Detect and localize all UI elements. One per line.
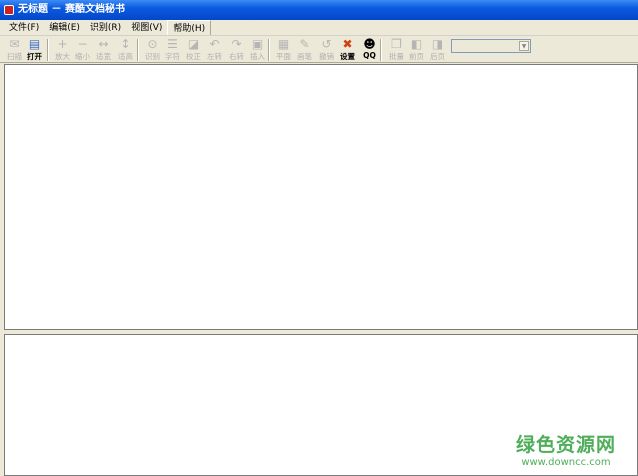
prev-page-icon: ◧ (410, 37, 423, 51)
settings-icon: ✖ (342, 37, 353, 51)
toolbar-button-label: QQ (363, 51, 376, 60)
correct-icon: ◪ (187, 37, 200, 51)
zoom-in-icon: + (57, 37, 68, 51)
next-page-icon: ◨ (431, 37, 444, 51)
toolbar-button-label: 打开 (27, 52, 42, 61)
pen-icon: ✎ (299, 37, 310, 51)
toolbar-separator (137, 39, 139, 61)
toolbar-button-qq[interactable]: ☻ QQ (359, 37, 380, 63)
title-bar: 无标题 － 赛酷文档秘书 (0, 0, 638, 20)
page-combo[interactable]: ▼ (451, 39, 531, 53)
menu-file[interactable]: 文件(F) (4, 20, 44, 35)
menu-help[interactable]: 帮助(H) (167, 20, 212, 35)
toolbar-button-label: 后页 (430, 52, 445, 61)
menu-bar: 文件(F) 编辑(E) 识别(R) 视图(V) 帮助(H) (0, 20, 638, 36)
recognize-icon: ⊙ (147, 37, 158, 51)
text-icon: ☰ (167, 37, 178, 51)
toolbar-button-settings[interactable]: ✖ 设置 (337, 37, 358, 63)
rotate-left-icon: ↶ (209, 37, 220, 51)
fit-height-icon: ↕ (120, 37, 131, 51)
insert-icon: ▣ (251, 37, 264, 51)
menu-recognize[interactable]: 识别(R) (85, 20, 126, 35)
scan-icon: ✉ (9, 37, 20, 51)
undo-icon: ↺ (321, 37, 332, 51)
open-icon: ▤ (28, 37, 41, 51)
toolbar-button-open[interactable]: ▤ 打开 (24, 37, 45, 63)
qq-icon: ☻ (363, 37, 376, 51)
menu-edit[interactable]: 编辑(E) (44, 20, 85, 35)
app-icon (4, 5, 14, 15)
toolbar-separator (268, 39, 270, 61)
toolbar-button-fit-width[interactable]: ↔ 适宽 (93, 37, 114, 63)
toolbar: ✉ 扫描 ▤ 打开 + 放大 − 缩小 ↔ 适宽 ↕ 适高 ⊙ 识别 ☰ 字符 ◪ 校正 ↶ 左转 ↷ 右转 ▣ 插入 ▦ 平面 ✎… (0, 36, 638, 63)
menu-view[interactable]: 视图(V) (126, 20, 167, 35)
zoom-out-icon: − (77, 37, 88, 51)
chevron-down-icon[interactable]: ▼ (519, 41, 529, 51)
batch-icon: ❐ (391, 37, 402, 51)
toolbar-button-pen[interactable]: ✎ 画笔 (294, 37, 315, 63)
image-pane[interactable] (4, 64, 638, 330)
toolbar-button-insert[interactable]: ▣ 插入 (247, 37, 268, 63)
plane-icon: ▦ (277, 37, 290, 51)
toolbar-button-next-page[interactable]: ◨ 后页 (427, 37, 448, 63)
toolbar-button-label: 适高 (118, 52, 133, 61)
rotate-right-icon: ↷ (231, 37, 242, 51)
window-title: 无标题 － 赛酷文档秘书 (18, 4, 125, 15)
toolbar-button-label: 插入 (250, 52, 265, 61)
toolbar-button-fit-height[interactable]: ↕ 适高 (115, 37, 136, 63)
toolbar-separator (47, 39, 49, 61)
toolbar-button-rotate-left[interactable]: ↶ 左转 (204, 37, 225, 63)
fit-width-icon: ↔ (98, 37, 109, 51)
toolbar-separator (380, 39, 382, 61)
watermark-logo: 绿色资源网 www.downcc.com (515, 434, 616, 468)
